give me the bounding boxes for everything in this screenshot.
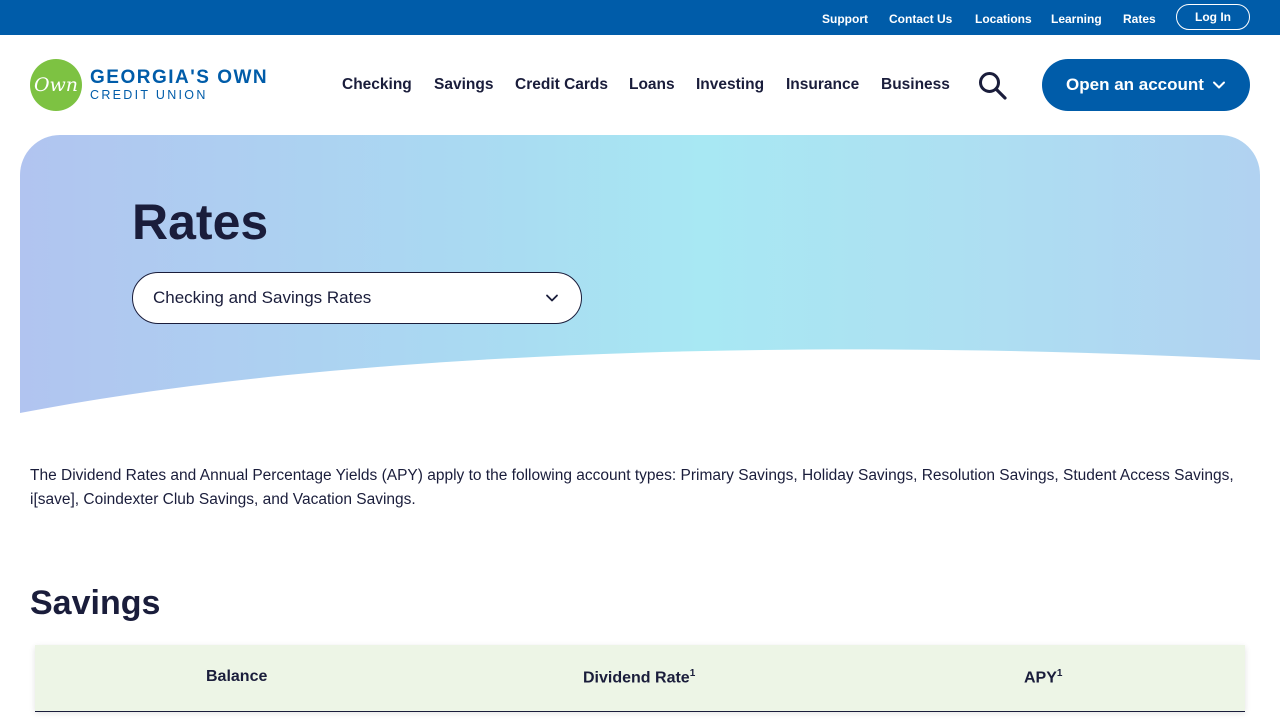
chevron-down-icon	[1212, 81, 1225, 89]
nav-investing[interactable]: Investing	[696, 76, 764, 94]
intro-paragraph: The Dividend Rates and Annual Percentage…	[30, 467, 1234, 508]
utility-link-contact-us[interactable]: Contact Us	[889, 12, 952, 26]
login-button[interactable]: Log In	[1176, 4, 1250, 30]
open-account-button[interactable]: Open an account	[1042, 59, 1250, 111]
search-icon[interactable]	[977, 70, 1007, 100]
utility-link-rates[interactable]: Rates	[1123, 12, 1156, 26]
logo-subtitle: CREDIT UNION	[90, 88, 208, 103]
nav-credit-cards[interactable]: Credit Cards	[515, 76, 608, 94]
utility-link-locations[interactable]: Locations	[975, 12, 1032, 26]
utility-link-learning[interactable]: Learning	[1051, 12, 1102, 26]
logo[interactable]: Own GEORGIA'S OWN CREDIT UNION	[30, 59, 268, 111]
open-account-label: Open an account	[1066, 75, 1204, 94]
nav-loans[interactable]: Loans	[629, 76, 675, 94]
rates-type-select[interactable]: Checking and Savings Rates	[132, 272, 582, 324]
column-header-balance: Balance	[206, 668, 268, 685]
footnote-marker[interactable]: 1	[690, 668, 696, 679]
logo-mark: Own	[30, 59, 82, 111]
savings-heading: Savings	[30, 584, 161, 622]
column-header-apy: APY1	[1024, 668, 1063, 687]
logo-title: GEORGIA'S OWN	[90, 67, 269, 89]
nav-checking[interactable]: Checking	[342, 76, 412, 94]
nav-insurance[interactable]: Insurance	[786, 76, 859, 94]
logo-text: GEORGIA'S OWN CREDIT UNION	[90, 68, 268, 102]
page-title: Rates	[132, 194, 269, 250]
rates-select-value: Checking and Savings Rates	[153, 288, 372, 307]
chevron-down-icon	[546, 294, 558, 302]
utility-bar: Support Contact Us Locations Learning Ra…	[0, 0, 1280, 35]
utility-link-support[interactable]: Support	[822, 12, 868, 26]
nav-business[interactable]: Business	[881, 76, 950, 94]
table-header-divider	[35, 711, 1245, 712]
column-header-dividend-rate: Dividend Rate1	[583, 668, 696, 687]
nav-savings[interactable]: Savings	[434, 76, 493, 94]
footnote-marker[interactable]: 1	[1057, 668, 1063, 679]
